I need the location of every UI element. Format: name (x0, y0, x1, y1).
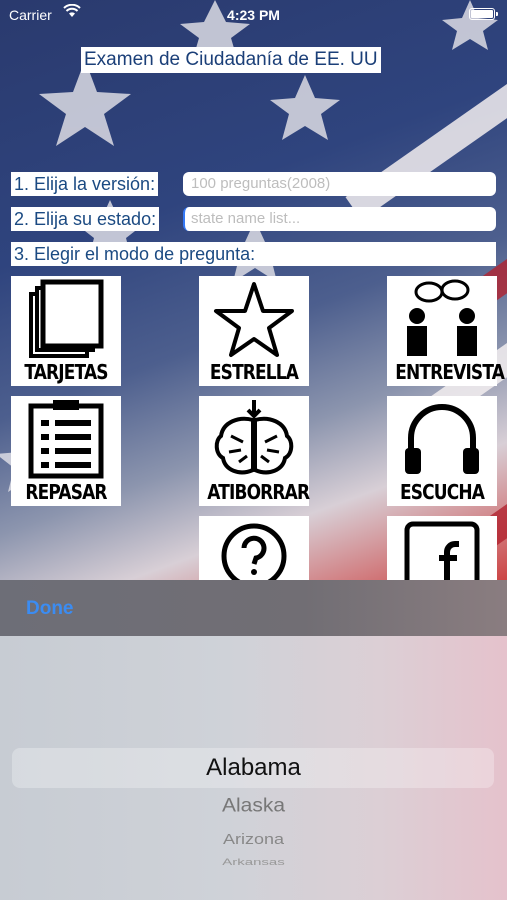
status-bar: Carrier 4:23 PM (0, 0, 507, 30)
atiborrar-button[interactable]: ATIBORRAR (199, 396, 310, 506)
version-label: 1. Elija la versión: (11, 172, 159, 196)
facebook-icon (404, 521, 480, 580)
state-label: 2. Elija su estado: (11, 207, 160, 231)
tarjetas-label: TARJETAS (24, 360, 108, 384)
done-button[interactable]: Done (26, 598, 74, 620)
entrevista-label: ENTREVISTA (395, 360, 505, 384)
mode-label: 3. Elegir el modo de pregunta: (11, 242, 496, 266)
tarjetas-button[interactable]: TARJETAS (11, 276, 121, 386)
battery-icon (469, 8, 498, 20)
escucha-button[interactable]: ESCUCHA (387, 396, 497, 506)
estrella-button[interactable]: ESTRELLA (199, 276, 309, 386)
facebook-button[interactable] (387, 516, 497, 580)
atiborrar-label: ATIBORRAR (207, 480, 310, 504)
estrella-label: ESTRELLA (209, 360, 299, 384)
clock: 4:23 PM (227, 7, 280, 23)
picker-option[interactable]: Alaska (0, 795, 507, 817)
picker-option[interactable]: Alabama (0, 754, 507, 782)
cards-icon (29, 279, 104, 358)
page-title: Examen de Ciudadanía de EE. UU (81, 47, 381, 73)
star-icon (214, 282, 294, 357)
interview-icon (407, 279, 477, 356)
repasar-button[interactable]: REPASAR (11, 396, 121, 506)
question-icon (221, 523, 287, 580)
entrevista-button[interactable]: ENTREVISTA (387, 276, 505, 386)
state-picker[interactable]: Alabama Alaska Arizona Arkansas (0, 636, 507, 900)
version-field[interactable]: 100 preguntas(2008) (183, 172, 496, 196)
clipboard-icon (28, 400, 104, 479)
brain-icon (214, 400, 294, 475)
repasar-label: REPASAR (25, 480, 107, 504)
picker-option[interactable]: Arizona (0, 831, 507, 848)
escucha-label: ESCUCHA (399, 480, 485, 504)
headphones-icon (405, 404, 479, 474)
picker-toolbar: Done (0, 580, 507, 636)
quiz-button[interactable] (199, 516, 309, 580)
state-input[interactable]: state name list... (183, 207, 496, 231)
picker-option[interactable]: Arkansas (0, 857, 507, 867)
